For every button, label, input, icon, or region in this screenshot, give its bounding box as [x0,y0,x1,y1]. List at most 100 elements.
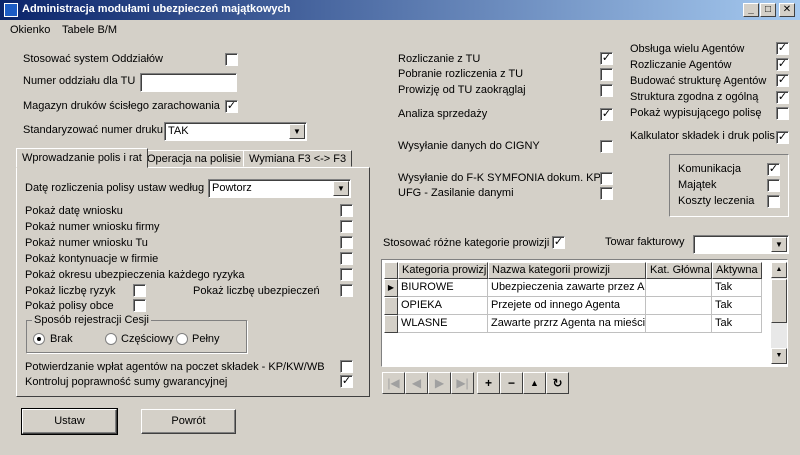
scroll-up-icon[interactable]: ▲ [771,262,787,278]
nav-prior-icon[interactable]: ◀ [405,372,428,394]
grid-column-header[interactable]: Kat. Główna [646,262,712,279]
right-check-label: Rozliczanie Agentów [630,59,732,71]
middle-check-label: Prowizję od TU zaokrąglaj [398,84,526,96]
date-label: Datę rozliczenia polisy ustaw według [25,182,205,194]
property-checkbox[interactable] [767,179,780,192]
show-request-date-checkbox[interactable] [340,204,353,217]
standardize-select[interactable]: TAK ▼ [164,122,307,141]
table-cell[interactable]: Ubezpieczenia zawarte przez Ag [488,279,646,297]
agent-settlement-checkbox[interactable]: ✓ [776,58,789,71]
branch-number-input[interactable] [140,73,237,92]
standardize-label: Standaryzować numer druku [23,124,164,136]
middle-check-label: Pobranie rozliczenia z TU [398,68,524,80]
use-branch-checkbox[interactable] [225,53,238,66]
table-cell[interactable] [646,297,712,315]
communication-checkbox[interactable]: ✓ [767,163,780,176]
check-label: Pokaż okresu ubezpieczenia każdego ryzyk… [25,269,245,281]
table-cell[interactable]: Tak [712,315,762,333]
right-check-label: Pokaż wypisującego polisę [630,107,762,119]
insured-count-checkbox[interactable] [340,284,353,297]
radio-none[interactable] [33,333,45,345]
radio-full-label: Pełny [192,333,220,345]
scroll-thumb[interactable] [771,279,787,323]
structure-general-checkbox[interactable]: ✓ [776,91,789,104]
table-cell[interactable] [646,279,712,297]
fetch-settlement-checkbox[interactable] [600,68,613,81]
chevron-down-icon[interactable]: ▼ [771,237,787,252]
maximize-button[interactable]: □ [760,3,776,17]
grid-column-header[interactable]: Aktywna [712,262,762,279]
app-icon [4,3,18,17]
tab-policy-operations[interactable]: Operacja na polisie [141,150,248,167]
nav-refresh-icon[interactable]: ↻ [546,372,569,394]
branch-number-label: Numer oddziału dla TU [23,75,136,87]
foreign-policies-label: Pokaż polisy obce [25,300,114,312]
chevron-down-icon[interactable]: ▼ [289,124,305,139]
menu-tabele[interactable]: Tabele B/M [62,24,117,36]
grid-column-header[interactable]: Kategoria prowizji [398,262,488,279]
middle-check-label: UFG - Zasilanie danymi [398,187,514,199]
table-cell[interactable] [646,315,712,333]
close-button[interactable]: ✕ [779,3,795,17]
invoice-goods-select[interactable]: ▼ [693,235,789,254]
chevron-down-icon[interactable]: ▼ [333,181,349,196]
check-label: Pokaż kontynuacje w firmie [25,253,159,265]
round-commission-checkbox[interactable] [600,84,613,97]
table-cell[interactable]: OPIEKA [398,297,488,315]
nav-insert-icon[interactable]: + [477,372,500,394]
warehouse-label: Magazyn druków ścisłego zarachowania [23,100,220,112]
middle-check-label: Wysyłanie do F-K SYMFONIA dokum. KP [398,172,601,184]
control-sum-checkbox[interactable]: ✓ [340,375,353,388]
settle-tu-checkbox[interactable]: ✓ [600,52,613,65]
medical-costs-checkbox[interactable] [767,195,780,208]
tab-input-policies[interactable]: Wprowadzanie polis i rat [16,148,148,168]
table-cell[interactable]: Tak [712,279,762,297]
middle-check-label: Rozliczanie z TU [398,53,481,65]
show-continuation-checkbox[interactable] [340,252,353,265]
module-label: Majątek [678,179,717,191]
send-cigny-checkbox[interactable] [600,140,613,153]
ufg-checkbox[interactable] [600,187,613,200]
table-cell[interactable]: Zawarte przrz Agenta na mieście [488,315,646,333]
table-cell[interactable]: BIUROWE [398,279,488,297]
foreign-policies-checkbox[interactable] [133,299,146,312]
multi-agent-checkbox[interactable]: ✓ [776,42,789,55]
agent-structure-checkbox[interactable]: ✓ [776,74,789,87]
radio-full[interactable] [176,333,188,345]
table-cell[interactable]: Tak [712,297,762,315]
check-label: Pokaż numer wniosku firmy [25,221,160,233]
date-select[interactable]: Powtorz ▼ [208,179,351,198]
set-button[interactable]: Ustaw [21,408,118,435]
warehouse-checkbox[interactable]: ✓ [225,100,238,113]
confirm-payments-checkbox[interactable] [340,360,353,373]
back-button[interactable]: Powrót [141,409,236,434]
table-cell[interactable]: Przejete od innego Agenta [488,297,646,315]
show-writer-checkbox[interactable] [776,107,789,120]
date-value: Powtorz [212,182,252,194]
scroll-down-icon[interactable]: ▼ [771,348,787,364]
check-label: Pokaż datę wniosku [25,205,123,217]
menu-okienko[interactable]: Okienko [10,24,50,36]
sales-analysis-checkbox[interactable]: ✓ [600,108,613,121]
show-company-request-checkbox[interactable] [340,220,353,233]
minimize-button[interactable]: _ [743,3,759,17]
table-cell[interactable]: WLASNE [398,315,488,333]
risk-count-checkbox[interactable] [133,284,146,297]
nav-last-icon[interactable]: ▶| [451,372,474,394]
commission-grid[interactable]: Kategoria prowizji Nazwa kategorii prowi… [381,259,788,367]
nav-next-icon[interactable]: ▶ [428,372,451,394]
grid-column-header[interactable]: Nazwa kategorii prowizji [488,262,646,279]
show-tu-request-checkbox[interactable] [340,236,353,249]
send-symfonia-checkbox[interactable] [600,172,613,185]
nav-first-icon[interactable]: |◀ [382,372,405,394]
grid-scrollbar[interactable]: ▲ ▼ [771,262,787,364]
tab-exchange[interactable]: Wymiana F3 <-> F3 [243,150,353,167]
nav-edit-icon[interactable]: ▲ [523,372,546,394]
commission-checkbox[interactable]: ✓ [552,236,565,249]
calculator-checkbox[interactable]: ✓ [776,131,789,144]
right-check-label: Budować strukturę Agentów [630,75,767,87]
nav-delete-icon[interactable]: − [500,372,523,394]
show-risk-period-checkbox[interactable] [340,268,353,281]
insured-count-label: Pokaż liczbę ubezpieczeń [193,285,320,297]
radio-partial[interactable] [105,333,117,345]
